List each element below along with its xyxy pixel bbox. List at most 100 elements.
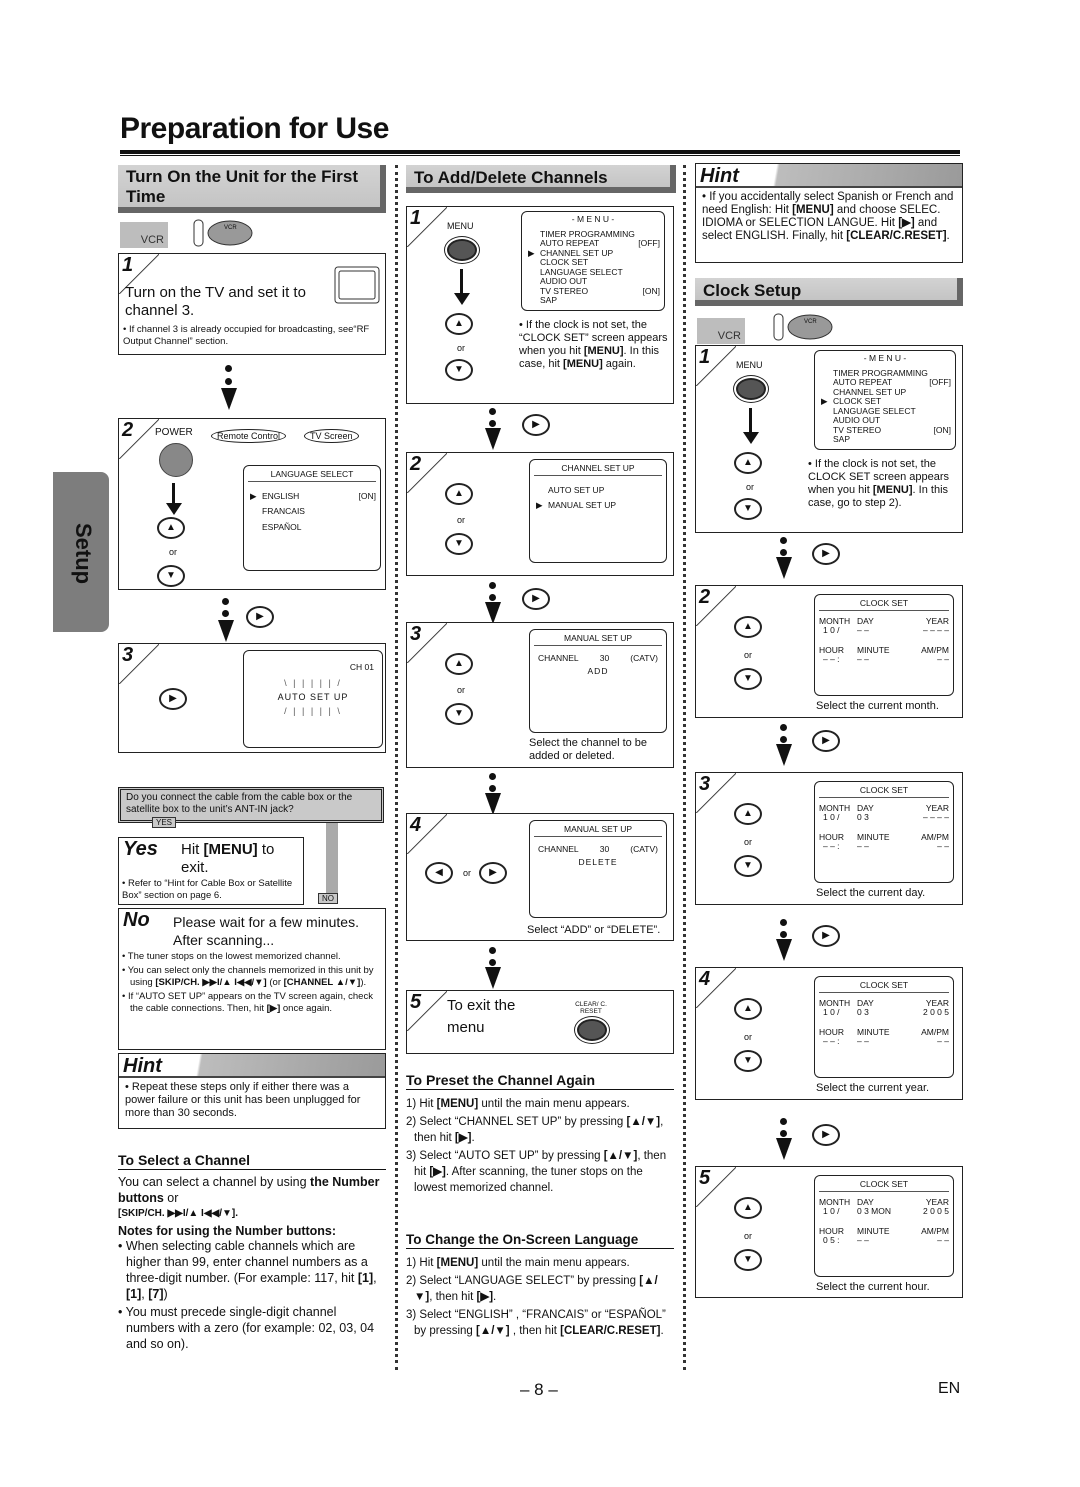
screen-header: CLOCK SET <box>819 785 949 798</box>
title-rule-thin <box>120 155 960 156</box>
yes-label: Yes <box>123 838 158 860</box>
flow-arrow-icon <box>221 388 237 410</box>
note-item: • If “AUTO SET UP” appears on the TV scr… <box>122 991 373 1014</box>
right-button[interactable]: ▶ <box>246 606 274 628</box>
right-button[interactable]: ▶ <box>812 543 840 565</box>
right-button[interactable]: ▶ <box>522 588 550 610</box>
step-4-caption: Select “ADD” or “DELETE”. <box>527 924 661 936</box>
channel-readout: CH 01 <box>349 662 374 672</box>
screen-header: LANGUAGE SELECT <box>248 469 376 482</box>
up-button[interactable]: ▲ <box>445 483 473 505</box>
month-value: 1 0 / <box>823 625 840 635</box>
up-button[interactable]: ▲ <box>734 1197 762 1219</box>
down-arrow-icon <box>166 503 182 515</box>
note-item: 2) Select “LANGUAGE SELECT” by pressing … <box>406 1275 658 1303</box>
ampm-value: – – <box>937 1036 949 1046</box>
down-button[interactable]: ▼ <box>157 565 185 587</box>
power-button[interactable] <box>159 443 193 477</box>
clock-step-caption: Select the current hour. <box>816 1281 930 1293</box>
up-button[interactable]: ▲ <box>734 803 762 825</box>
flow-arrow-icon <box>776 1138 792 1160</box>
vcr-mode-icon: VCR <box>697 318 745 344</box>
select-channel-heading: To Select a Channel <box>118 1152 386 1170</box>
section-heading-add-delete: To Add/Delete Channels <box>406 165 676 193</box>
clear-reset-label: CLEAR/ C. RESET <box>575 1001 607 1015</box>
down-button[interactable]: ▼ <box>734 1050 762 1072</box>
language-list: ▶ ENGLISH [ON] FRANCAIS ESPAÑOL <box>244 486 380 533</box>
menu-item: AUTO SET UP <box>534 485 662 496</box>
flow-arrow-icon <box>776 939 792 961</box>
vcr-remote-button-icon: VCR <box>193 219 253 247</box>
up-button[interactable]: ▲ <box>734 452 762 474</box>
flow-dot <box>489 582 496 589</box>
menu-item: ESPAÑOL <box>248 522 376 533</box>
flow-dot <box>225 365 232 372</box>
menu-button[interactable] <box>447 239 477 261</box>
up-button[interactable]: ▲ <box>734 616 762 638</box>
down-button[interactable]: ▼ <box>445 533 473 555</box>
select-channel-intro: You can select a channel by using the Nu… <box>118 1175 380 1205</box>
right-button[interactable]: ▶ <box>479 862 507 884</box>
vcr-mode-icon: VCR <box>120 222 168 248</box>
down-button[interactable]: ▼ <box>734 498 762 520</box>
down-arrow-icon <box>454 293 470 305</box>
menu-item-label: SAP <box>833 434 851 444</box>
flow-dot <box>222 598 229 605</box>
menu-item-label: MANUAL SET UP <box>548 500 617 510</box>
note-item: • You can select only the channels memor… <box>122 965 374 988</box>
up-button[interactable]: ▲ <box>445 313 473 335</box>
channel-row: CHANNEL 30 (CATV) <box>538 843 658 854</box>
flow-dot <box>489 947 496 954</box>
up-button[interactable]: ▲ <box>157 517 185 539</box>
clock-set-screen: CLOCK SET MONTH DAY YEAR 1 0 / – – – – –… <box>814 594 954 696</box>
step-number: 3 <box>410 623 422 645</box>
or-label: or <box>457 343 466 353</box>
menu-item-label: FRANCAIS <box>262 506 305 516</box>
right-button[interactable]: ▶ <box>812 1124 840 1146</box>
minute-value: – – <box>857 1036 869 1046</box>
channel-number: 30 <box>599 652 610 663</box>
time-fields: HOUR MINUTE AM/PM – – : – – – – <box>815 638 953 665</box>
right-button[interactable]: ▶ <box>159 688 187 710</box>
main-menu-screen: - M E N U - TIMER PROGRAMMING AUTO REPEAT… <box>521 211 665 311</box>
right-button[interactable]: ▶ <box>522 414 550 436</box>
page-number: – 8 – <box>520 1380 558 1399</box>
add-step-5-box: 5 To exit the menu CLEAR/ C. RESET <box>406 990 674 1054</box>
year-value: 2 0 0 5 <box>923 1007 949 1017</box>
or-label: or <box>457 515 466 525</box>
or-label: or <box>169 547 178 557</box>
step-number: 2 <box>122 419 134 441</box>
hour-value: 0 5 : <box>823 1235 840 1245</box>
language-code: EN <box>938 1380 961 1397</box>
menu-item: ▶ ENGLISH [ON] <box>248 490 376 502</box>
menu-button[interactable] <box>736 378 766 400</box>
or-label: or <box>744 650 753 660</box>
down-button[interactable]: ▼ <box>445 703 473 725</box>
flow-dot <box>780 1118 787 1125</box>
clear-reset-button[interactable] <box>577 1019 607 1041</box>
number-button-notes: • When selecting cable channels which ar… <box>118 1238 386 1352</box>
down-button[interactable]: ▼ <box>734 1249 762 1271</box>
right-button[interactable]: ▶ <box>812 925 840 947</box>
step-number: 4 <box>699 968 711 990</box>
down-button[interactable]: ▼ <box>734 668 762 690</box>
clock-set-screen: CLOCK SET MONTH DAY YEAR 1 0 / 0 3 – – –… <box>814 781 954 883</box>
down-button[interactable]: ▼ <box>445 359 473 381</box>
clock-set-screen: CLOCK SET MONTH DAY YEAR 1 0 / 0 3 MON 2… <box>814 1175 954 1277</box>
screen-header: - M E N U - <box>571 214 615 224</box>
screen-header: - M E N U - <box>863 353 907 363</box>
section-heading-first-time: Turn On the Unit for the First Time <box>118 165 386 213</box>
menu-item: SAP <box>819 434 951 445</box>
right-button[interactable]: ▶ <box>812 730 840 752</box>
yes-box: Yes Hit [MENU] to exit. • Refer to “Hint… <box>118 837 304 905</box>
step-number: 2 <box>410 453 422 475</box>
left-button[interactable]: ◀ <box>425 862 453 884</box>
clock-step-caption: Select the current day. <box>816 887 926 899</box>
down-button[interactable]: ▼ <box>734 855 762 877</box>
step-number: 1 <box>122 254 134 276</box>
svg-text:VCR: VCR <box>224 225 237 231</box>
month-value: 1 0 / <box>823 1206 840 1216</box>
menu-item-value: [ON] <box>358 490 376 501</box>
up-button[interactable]: ▲ <box>734 998 762 1020</box>
up-button[interactable]: ▲ <box>445 653 473 675</box>
